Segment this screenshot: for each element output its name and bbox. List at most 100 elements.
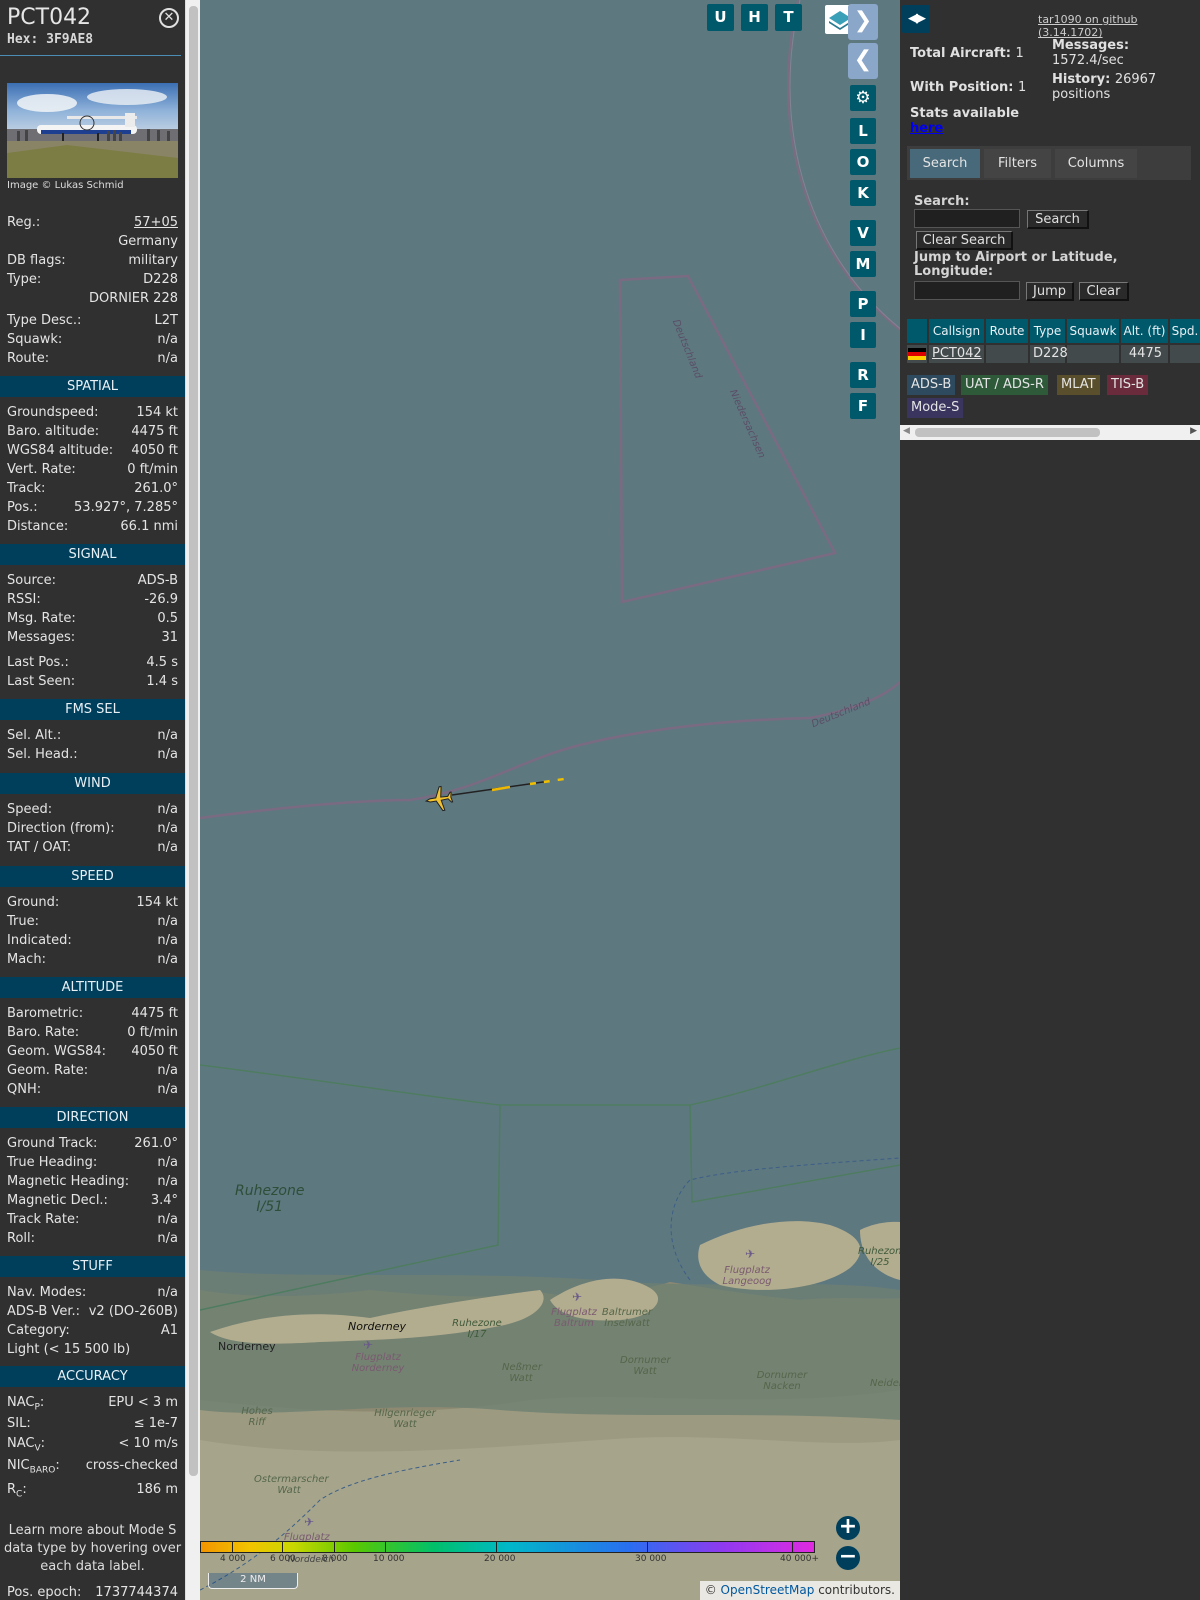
aircraft-marker-icon[interactable] bbox=[424, 784, 454, 814]
map-button-o[interactable]: O bbox=[850, 149, 876, 175]
map-button-r[interactable]: R bbox=[850, 362, 876, 388]
map-canvas[interactable] bbox=[200, 0, 900, 1600]
spatial-row: Baro. altitude: 4475 ft bbox=[7, 422, 178, 441]
legend-uat: UAT / ADS-R bbox=[961, 375, 1048, 395]
search-input[interactable] bbox=[914, 209, 1020, 228]
column-type[interactable]: Type bbox=[1030, 319, 1065, 343]
toggle-panel-arrows-icon[interactable]: ◀▶ bbox=[902, 5, 930, 33]
scroll-left-icon[interactable]: ◀ bbox=[903, 426, 910, 436]
openstreetmap-link[interactable]: OpenStreetMap bbox=[721, 1583, 815, 1597]
wind-value: n/a bbox=[157, 802, 178, 817]
spatial-value: 66.1 nmi bbox=[120, 519, 178, 534]
signal-label: Last Pos.: bbox=[7, 655, 69, 670]
speed-label: Indicated: bbox=[7, 933, 72, 948]
reg-value[interactable]: 57+05 bbox=[134, 215, 178, 230]
flag-germany-icon bbox=[907, 345, 927, 363]
nacp-row: NACP: EPU < 3 m bbox=[7, 1393, 178, 1413]
airfield-icon: ✈ bbox=[363, 1338, 374, 1352]
map-button-k[interactable]: K bbox=[850, 180, 876, 206]
squawk-label: Squawk: bbox=[7, 332, 63, 347]
altitude-scale-label: 10 000 bbox=[373, 1554, 405, 1564]
direction-value: n/a bbox=[157, 1155, 178, 1170]
map-button-l[interactable]: L bbox=[850, 118, 876, 144]
clear-search-button[interactable]: Clear Search bbox=[916, 231, 1013, 250]
stuff-value: v2 (DO-260B) bbox=[88, 1304, 178, 1319]
reg-label: Reg.: bbox=[7, 215, 41, 230]
altitude-scale-tick bbox=[282, 1541, 283, 1553]
section-fms: FMS SEL bbox=[0, 699, 185, 720]
altitude-scale-tick bbox=[232, 1541, 233, 1553]
photo-credit: Image © Lukas Schmid bbox=[7, 180, 124, 191]
spatial-label: Baro. altitude: bbox=[7, 424, 100, 439]
tab-search[interactable]: Search bbox=[910, 149, 980, 178]
direction-row: Roll: n/a bbox=[7, 1229, 178, 1248]
column-squawk[interactable]: Squawk bbox=[1067, 319, 1119, 343]
table-horizontal-scrollbar[interactable]: ◀ ▶ bbox=[900, 425, 1200, 440]
table-scrollbar-thumb[interactable] bbox=[915, 428, 1100, 437]
row-callsign[interactable]: PCT042 bbox=[929, 345, 984, 363]
tab-filters[interactable]: Filters bbox=[984, 149, 1051, 178]
map-button-t[interactable]: T bbox=[775, 4, 802, 31]
rc-label: RC: bbox=[7, 1482, 27, 1500]
jump-input[interactable] bbox=[914, 281, 1020, 300]
map-button-h[interactable]: H bbox=[741, 4, 768, 31]
sidebar-scrollbar-thumb[interactable] bbox=[189, 6, 198, 1476]
direction-value: 261.0° bbox=[134, 1136, 178, 1151]
rc-value: 186 m bbox=[136, 1482, 178, 1497]
map-label-neider: Neider bbox=[870, 1378, 900, 1389]
altitude-scale-tick bbox=[647, 1541, 648, 1553]
speed-label: Ground: bbox=[7, 895, 60, 910]
column-callsign[interactable]: Callsign bbox=[929, 319, 984, 343]
country-row: Germany bbox=[7, 232, 178, 251]
collapse-left-arrow-icon[interactable]: ❮ bbox=[848, 43, 878, 79]
settings-gear-icon[interactable]: ⚙ bbox=[850, 85, 876, 111]
nicbaro-label: NICBARO: bbox=[7, 1458, 60, 1476]
zoom-in-button[interactable]: + bbox=[836, 1516, 860, 1540]
signal-row: RSSI: -26.9 bbox=[7, 590, 178, 609]
map-view[interactable]: Deutschland Niedersachsen Deutschland Ru… bbox=[200, 0, 900, 1600]
row-speed bbox=[1170, 345, 1200, 363]
map-button-u[interactable]: U bbox=[707, 4, 734, 31]
map-button-m[interactable]: M bbox=[850, 251, 876, 277]
legend-mlat: MLAT bbox=[1057, 375, 1100, 395]
wind-label: Speed: bbox=[7, 802, 53, 817]
column-altitude[interactable]: Alt. (ft) bbox=[1121, 319, 1168, 343]
map-button-p[interactable]: P bbox=[850, 291, 876, 317]
altitude-value: n/a bbox=[157, 1082, 178, 1097]
route-row: Route: n/a bbox=[7, 349, 178, 368]
row-type: D228 bbox=[1030, 345, 1068, 363]
sidebar-scrollbar[interactable] bbox=[185, 0, 200, 1600]
column-flag[interactable] bbox=[907, 319, 927, 343]
type-label: Type: bbox=[7, 272, 42, 287]
table-row[interactable]: PCT042 D228 4475 bbox=[907, 345, 1200, 363]
map-button-f[interactable]: F bbox=[850, 393, 876, 419]
search-button[interactable]: Search bbox=[1027, 210, 1089, 229]
spatial-label: Distance: bbox=[7, 519, 69, 534]
map-label-flugplatz-langeoog: Flugplatz Langeoog bbox=[722, 1265, 772, 1287]
close-icon[interactable]: ✕ bbox=[159, 8, 179, 28]
reg-link[interactable]: 57+05 bbox=[134, 213, 178, 232]
column-speed[interactable]: Spd. bbox=[1170, 319, 1200, 343]
github-link[interactable]: tar1090 on github (3.14.1702) bbox=[1038, 13, 1200, 39]
zoom-out-button[interactable]: − bbox=[836, 1546, 860, 1570]
airfield-icon: ✈ bbox=[745, 1247, 756, 1261]
aircraft-photo[interactable] bbox=[7, 83, 178, 178]
scroll-right-icon[interactable]: ▶ bbox=[1190, 426, 1197, 436]
stats-here-link[interactable]: here bbox=[910, 121, 943, 136]
map-button-v[interactable]: V bbox=[850, 220, 876, 246]
map-label-flugplatz-norderney: Flugplatz Norderney bbox=[351, 1352, 405, 1374]
expand-right-arrow-icon[interactable]: ❯ bbox=[848, 4, 878, 40]
signal-label: Msg. Rate: bbox=[7, 611, 76, 626]
direction-row: Magnetic Heading: n/a bbox=[7, 1172, 178, 1191]
map-label-norderney-town: Norderney bbox=[348, 1320, 407, 1333]
section-speed: SPEED bbox=[0, 866, 185, 887]
clear-button[interactable]: Clear bbox=[1079, 282, 1129, 301]
column-route[interactable]: Route bbox=[986, 319, 1028, 343]
map-button-i[interactable]: I bbox=[850, 322, 876, 348]
spatial-value: 53.927°, 7.285° bbox=[74, 500, 178, 515]
map-label-ruhezone-i17: Ruhezone I/17 bbox=[452, 1318, 502, 1340]
tab-columns[interactable]: Columns bbox=[1055, 149, 1137, 178]
nacv-value: < 10 m/s bbox=[118, 1436, 178, 1451]
stuff-value: n/a bbox=[157, 1285, 178, 1300]
jump-button[interactable]: Jump bbox=[1026, 282, 1074, 301]
